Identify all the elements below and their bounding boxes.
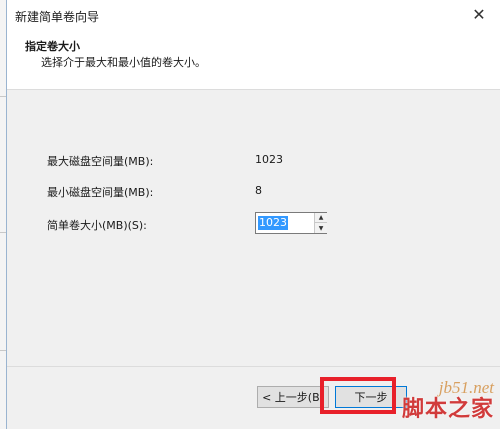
- title-bar: 新建简单卷向导 ✕: [7, 0, 500, 30]
- volume-size-stepper[interactable]: 1023 ▲ ▼: [255, 212, 327, 234]
- stepper-up-button[interactable]: ▲: [315, 213, 327, 223]
- stepper-down-button[interactable]: ▼: [315, 223, 327, 233]
- watermark: jb51.net 脚本之家: [402, 378, 494, 422]
- window-title: 新建简单卷向导: [15, 10, 100, 24]
- min-space-value: 8: [255, 184, 262, 197]
- back-button[interactable]: < 上一步(B): [257, 386, 329, 408]
- volume-size-input[interactable]: 1023: [258, 216, 288, 230]
- watermark-url: jb51.net: [438, 378, 494, 397]
- max-space-value: 1023: [255, 153, 283, 166]
- close-icon: ✕: [472, 4, 486, 24]
- min-space-label: 最小磁盘空间量(MB):: [47, 186, 154, 199]
- chevron-down-icon: ▼: [318, 224, 324, 232]
- max-space-label: 最大磁盘空间量(MB):: [47, 155, 154, 168]
- page-title: 指定卷大小: [25, 40, 80, 53]
- footer-divider: [7, 366, 500, 367]
- wizard-header: 指定卷大小 选择介于最大和最小值的卷大小。: [7, 30, 500, 90]
- watermark-text: 脚本之家: [401, 397, 494, 422]
- page-subtitle: 选择介于最大和最小值的卷大小。: [41, 56, 206, 69]
- next-button[interactable]: 下一步: [335, 386, 407, 408]
- wizard-body: 最大磁盘空间量(MB): 1023 最小磁盘空间量(MB): 8 简单卷大小(M…: [7, 91, 500, 366]
- chevron-up-icon: ▲: [318, 214, 324, 221]
- stepper-buttons: ▲ ▼: [314, 213, 327, 233]
- volume-size-label: 简单卷大小(MB)(S):: [47, 219, 147, 232]
- close-button[interactable]: ✕: [466, 2, 492, 26]
- new-simple-volume-wizard: 新建简单卷向导 ✕ 指定卷大小 选择介于最大和最小值的卷大小。 最大磁盘空间量(…: [6, 0, 500, 429]
